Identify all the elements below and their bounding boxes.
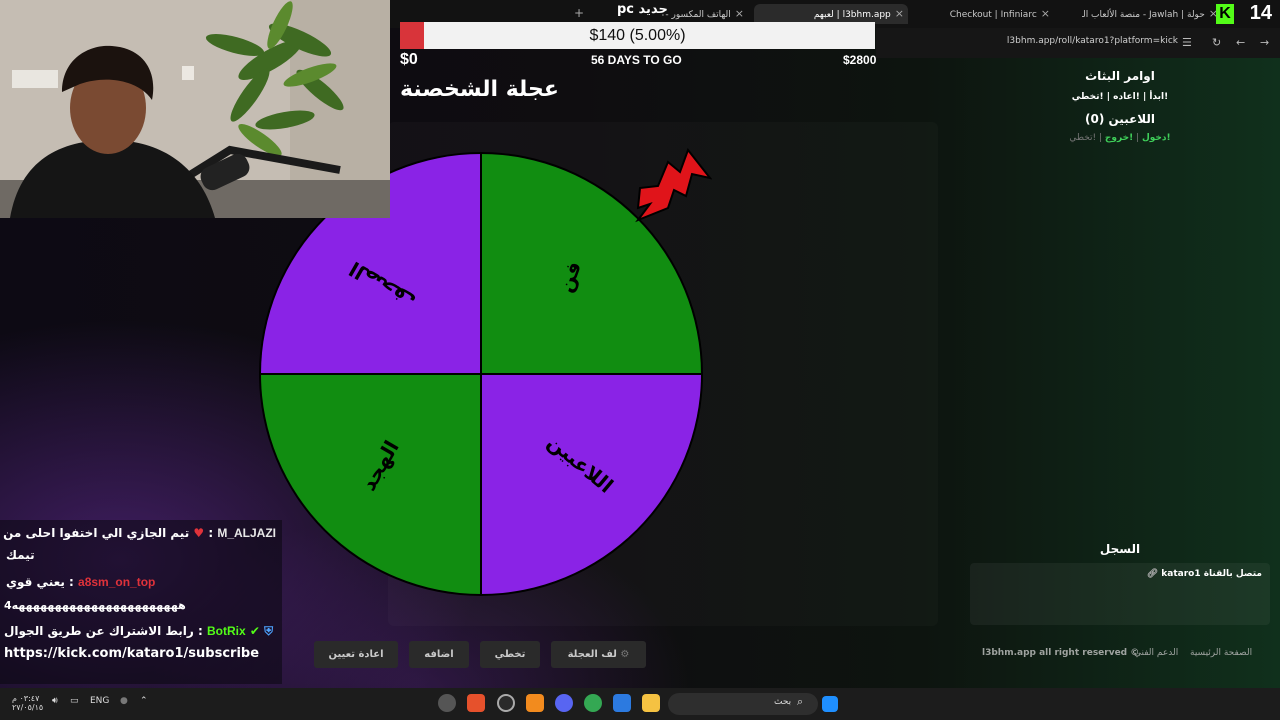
add-button[interactable]: اضافه [409,641,469,668]
app-icon[interactable] [497,694,515,712]
brave-icon[interactable] [467,694,485,712]
players-title: اللاعبين (0) [1084,112,1156,126]
chevron-up-icon[interactable]: ⌃ [140,696,148,706]
chat-link[interactable]: https://kick.com/kataro1/subscribe [4,646,259,661]
windows-taskbar [0,688,1280,720]
forward-icon[interactable]: → [1260,36,1269,49]
mic-icon[interactable]: ● [120,696,128,706]
new-tab-icon[interactable]: + [574,6,584,20]
search-icon: ⌕ [797,695,804,708]
chrome-icon[interactable] [584,694,602,712]
taskbar-search-text: بحث [774,697,792,707]
chat-message: a8sm_on_top : يعني قوي [6,575,156,589]
skip-command: !تخطي [1069,133,1097,143]
skip-button[interactable]: تخطي [480,641,540,668]
footer-support-link[interactable]: الدعم الفني [1134,648,1178,658]
log-entry: متصل بالقناة kataro1 🔗︎ [1146,569,1262,579]
log-title: السجل [1099,542,1141,556]
leave-command: !خروج [1104,133,1134,143]
reset-button[interactable]: اعادة تعيين [314,641,398,668]
discord-icon[interactable] [555,694,573,712]
webcam-feed [0,0,390,218]
donation-goal-bar: $140 (5.00%) [400,22,875,49]
kick-logo-icon: K [1216,4,1234,24]
taskbar-search[interactable] [668,693,818,715]
spin-wheel-button[interactable]: ⚙ لف العجلة [551,641,646,668]
players-commands: !دخول | !خروج | !تخطي [1069,133,1171,143]
tab-jawlah[interactable]: ×حولة | Jawlah - منصة الألعاب الـ [1082,4,1222,24]
donation-goal-text: $140 (5.00%) [589,27,686,44]
folder-icon[interactable] [642,694,660,712]
goal-min-label: $0 [400,51,418,68]
link-icon: 🔗︎ [1146,569,1159,579]
join-command: !دخول [1141,133,1171,143]
page-title: عجلة الشخصنة [400,77,559,102]
overlay-label: pc جديد [617,2,668,17]
close-icon[interactable]: × [895,7,904,20]
vlc-icon[interactable] [526,694,544,712]
network-icon[interactable]: ▭ [70,696,79,706]
windows-start-icon[interactable] [822,696,838,712]
goal-days-label: 56 DAYS TO GO [591,53,682,67]
close-icon[interactable]: × [1041,7,1050,20]
goal-max-label: $2800 [843,53,877,67]
kick-viewer-count: 14 [1249,2,1272,24]
verified-badge-icon: ✔ [249,624,260,638]
volume-icon[interactable]: 🔊︎ [52,696,58,706]
clock[interactable]: ٠٣:٤٧ م ٢٧/٠٥/١٥ [12,694,43,712]
store-icon[interactable] [613,694,631,712]
address-url[interactable]: l3bhm.app/roll/kataro1?platform=kick [1007,36,1178,46]
tab-l3bhm[interactable]: ×l3bhm.app | لعبهم [754,4,908,24]
tune-icon[interactable]: ☰ [1182,36,1192,49]
chat-message: هههههههههههههههههههههههه4 [4,599,186,612]
mod-badge-icon: ⛨ [264,624,274,638]
close-icon[interactable]: × [735,7,744,20]
heart-icon: ♥ [193,526,205,540]
back-icon[interactable]: ← [1236,36,1245,49]
wheel-pointer-icon [635,148,712,223]
tab-checkout[interactable]: ×Checkout | Infiniarc [914,4,1054,24]
commands-list: !ابدأ | !اعاده | !تخطي [1071,92,1169,102]
footer-copyright: l3bhm.app all right reserved © [982,648,1140,658]
obs-icon[interactable] [438,694,456,712]
chat-message: M_ALJAZI : ♥ تيم الجازي الي اختفوا احلى … [3,526,276,540]
chat-message-continued: تيمك [6,548,35,562]
chat-message: ⛨ ✔ BotRix : رابط الاشتراك عن طريق الجوا… [4,624,274,638]
footer-home-link[interactable]: الصفحة الرئيسية [1190,648,1252,658]
gear-icon: ⚙ [620,649,630,660]
language-indicator[interactable]: ENG [90,696,109,706]
commands-title: اوامر البثاث [1085,69,1155,83]
reload-icon[interactable]: ↻ [1212,36,1221,49]
